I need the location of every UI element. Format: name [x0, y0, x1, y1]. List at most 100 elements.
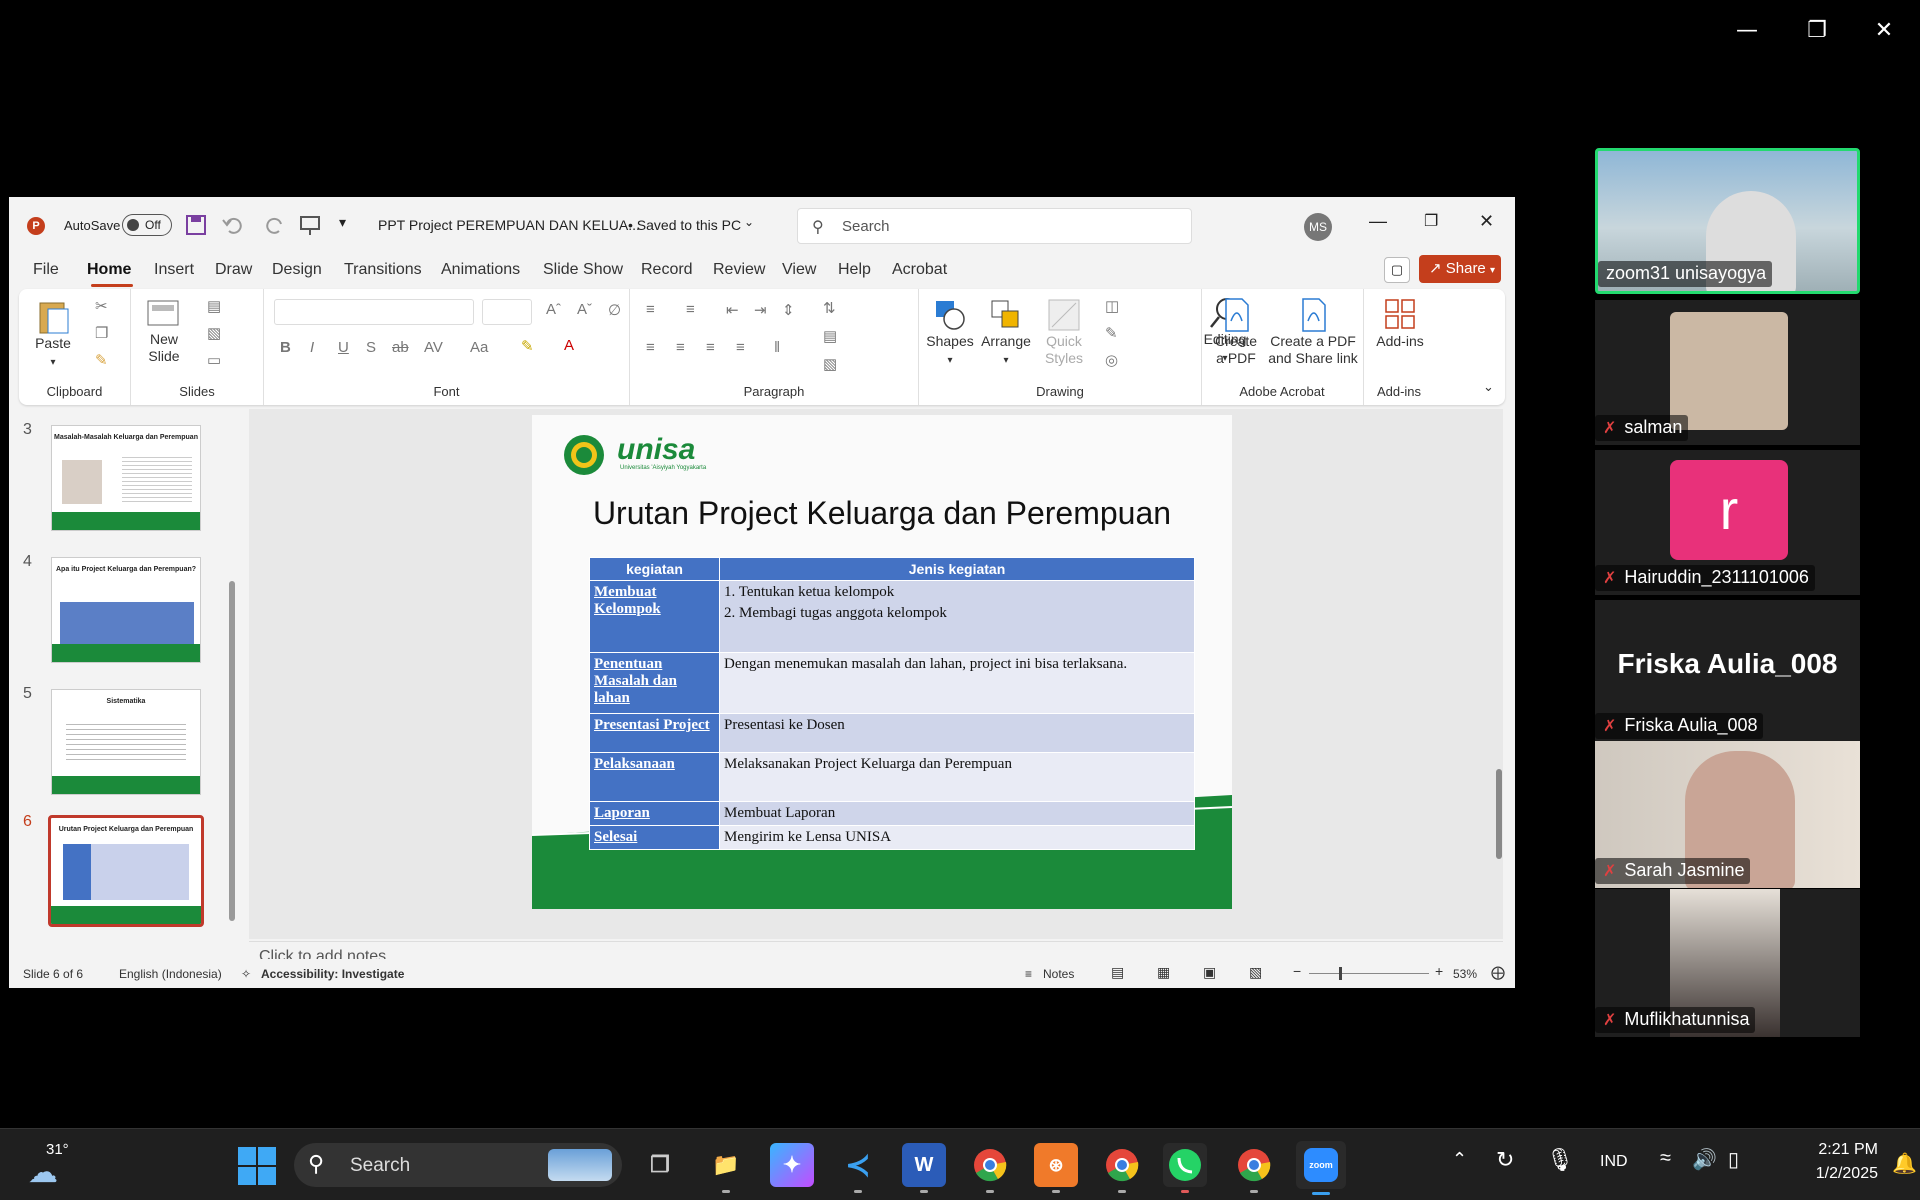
decrease-indent-icon[interactable]: ⇤	[726, 301, 739, 319]
tab-acrobat[interactable]: Acrobat	[892, 261, 947, 279]
bullets-icon[interactable]: ≡	[646, 301, 655, 318]
comments-icon[interactable]: ▢	[1384, 257, 1410, 283]
increase-indent-icon[interactable]: ⇥	[754, 301, 767, 319]
reading-view-icon[interactable]: ▣	[1203, 964, 1216, 981]
language-indicator[interactable]: English (Indonesia)	[119, 967, 222, 981]
tab-file[interactable]: File	[33, 261, 59, 279]
tab-review[interactable]: Review	[713, 261, 765, 279]
scrollbar-thumb[interactable]	[1496, 769, 1502, 859]
align-text-icon[interactable]: ▤	[823, 327, 837, 345]
participant-tile[interactable]: Friska Aulia_008 ✗ Friska Aulia_008	[1595, 600, 1860, 743]
line-spacing-icon[interactable]: ⇕	[782, 301, 795, 319]
format-painter-icon[interactable]: ✎	[95, 351, 108, 369]
slide-sorter-icon[interactable]: ▦	[1157, 964, 1170, 981]
participant-tile[interactable]: ✗ Sarah Jasmine	[1595, 741, 1860, 888]
tab-help[interactable]: Help	[838, 261, 871, 279]
zoom-app-icon[interactable]: zoom	[1296, 1141, 1346, 1195]
vscode-icon[interactable]: ≺	[836, 1143, 880, 1193]
zoom-out-icon[interactable]: −	[1293, 963, 1301, 979]
justify-icon[interactable]: ≡	[736, 339, 745, 356]
increase-font-icon[interactable]: Aˆ	[546, 301, 561, 318]
normal-view-icon[interactable]: ▤	[1111, 964, 1124, 981]
chrome-icon[interactable]	[968, 1143, 1012, 1193]
clock-date[interactable]: 1/2/2025	[1780, 1165, 1878, 1183]
word-icon[interactable]: W	[902, 1143, 946, 1193]
chevron-down-icon[interactable]: ⌄	[744, 215, 754, 229]
collapse-ribbon-icon[interactable]: ⌄	[1483, 379, 1494, 395]
shape-fill-icon[interactable]: ◫	[1105, 297, 1119, 315]
start-button[interactable]	[236, 1145, 278, 1187]
tab-transitions[interactable]: Transitions	[344, 261, 422, 279]
slide[interactable]: unisa Universitas 'Aisyiyah Yogyakarta U…	[532, 415, 1232, 909]
user-avatar[interactable]: MS	[1304, 213, 1332, 241]
clock-time[interactable]: 2:21 PM	[1788, 1141, 1878, 1159]
tab-animations[interactable]: Animations	[441, 261, 520, 279]
close-icon[interactable]: ✕	[1862, 12, 1906, 48]
slideshow-view-icon[interactable]: ▧	[1249, 964, 1262, 981]
tab-draw[interactable]: Draw	[215, 261, 252, 279]
font-name-select[interactable]	[274, 299, 474, 325]
slide-thumbnail[interactable]: Sistematika	[51, 689, 201, 795]
scrollbar-thumb[interactable]	[229, 581, 235, 921]
align-right-icon[interactable]: ≡	[706, 339, 715, 356]
chrome-profile2-icon[interactable]	[1232, 1143, 1276, 1193]
paste-button[interactable]: Paste ▾	[33, 297, 73, 371]
zoom-level[interactable]: 53%	[1453, 967, 1477, 981]
taskbar-search[interactable]: ⚲ Search	[294, 1143, 622, 1187]
restore-icon[interactable]: ❐	[1795, 12, 1839, 48]
canvas-scrollbar[interactable]	[1495, 409, 1503, 939]
minimize-icon[interactable]: —	[1725, 12, 1769, 48]
participant-tile[interactable]: r ✗ Hairuddin_2311101006	[1595, 450, 1860, 595]
smartart-icon[interactable]: ▧	[823, 355, 837, 373]
clear-format-icon[interactable]: ∅	[608, 301, 621, 319]
italic-icon[interactable]: I	[310, 339, 314, 356]
tab-record[interactable]: Record	[641, 261, 693, 279]
chrome-profile-icon[interactable]	[1100, 1143, 1144, 1193]
participant-tile[interactable]: zoom31 unisayogya	[1595, 148, 1860, 294]
new-slide-button[interactable]: New Slide	[139, 297, 189, 365]
font-color-icon[interactable]: A	[564, 337, 574, 354]
change-case-icon[interactable]: Aa	[470, 339, 488, 356]
save-status[interactable]: • Saved to this PC	[628, 217, 741, 233]
create-pdf-button[interactable]: Create a PDF	[1213, 297, 1259, 367]
close-icon[interactable]: ✕	[1479, 211, 1494, 232]
layout-icon[interactable]: ▤	[207, 297, 221, 315]
slide-thumbnail-active[interactable]: Urutan Project Keluarga dan Perempuan	[48, 815, 204, 927]
align-center-icon[interactable]: ≡	[676, 339, 685, 356]
zoom-slider-handle[interactable]	[1339, 967, 1342, 980]
chevron-up-icon[interactable]: ⌃	[1452, 1149, 1467, 1170]
battery-icon[interactable]: ▯	[1728, 1147, 1739, 1172]
undo-icon[interactable]	[221, 214, 243, 236]
tab-insert[interactable]: Insert	[154, 261, 194, 279]
shape-outline-icon[interactable]: ✎	[1105, 324, 1118, 342]
zoom-in-icon[interactable]: +	[1435, 963, 1443, 979]
save-icon[interactable]	[185, 214, 207, 236]
sync-icon[interactable]: ↻	[1496, 1147, 1514, 1173]
text-direction-icon[interactable]: ⇅	[823, 299, 836, 317]
thumbnail-scrollbar[interactable]	[229, 411, 235, 951]
shadow-icon[interactable]: S	[366, 339, 376, 356]
redo-icon[interactable]	[265, 214, 287, 236]
search-box[interactable]: ⚲ Search	[797, 208, 1192, 244]
font-size-select[interactable]	[482, 299, 532, 325]
highlight-icon[interactable]: ✎	[521, 337, 534, 355]
create-pdf-share-button[interactable]: Create a PDF and Share link	[1263, 297, 1363, 367]
underline-icon[interactable]: U	[338, 339, 349, 356]
restore-icon[interactable]: ❐	[1424, 211, 1438, 231]
tab-slide-show[interactable]: Slide Show	[543, 261, 623, 279]
quick-styles-button[interactable]: Quick Styles	[1037, 297, 1091, 367]
numbering-icon[interactable]: ≡	[686, 301, 695, 318]
file-explorer-icon[interactable]: 📁	[704, 1143, 748, 1193]
slide-thumbnail[interactable]: Masalah-Masalah Keluarga dan Perempuan	[51, 425, 201, 531]
notes-button[interactable]: Notes	[1043, 967, 1074, 981]
participant-tile[interactable]: ✗ Muflikhatunnisa	[1595, 889, 1860, 1037]
task-view-icon[interactable]: ❐	[638, 1143, 682, 1187]
cut-icon[interactable]: ✂	[95, 297, 108, 315]
microphone-icon[interactable]: 🎙	[1546, 1147, 1574, 1173]
autosave-toggle[interactable]: Off	[122, 214, 172, 236]
section-icon[interactable]: ▭	[207, 351, 221, 369]
shapes-button[interactable]: Shapes ▾	[923, 297, 977, 369]
columns-icon[interactable]: ‖	[774, 339, 780, 356]
char-spacing-icon[interactable]: AV	[424, 339, 443, 356]
strikethrough-icon[interactable]: ab	[392, 339, 409, 356]
